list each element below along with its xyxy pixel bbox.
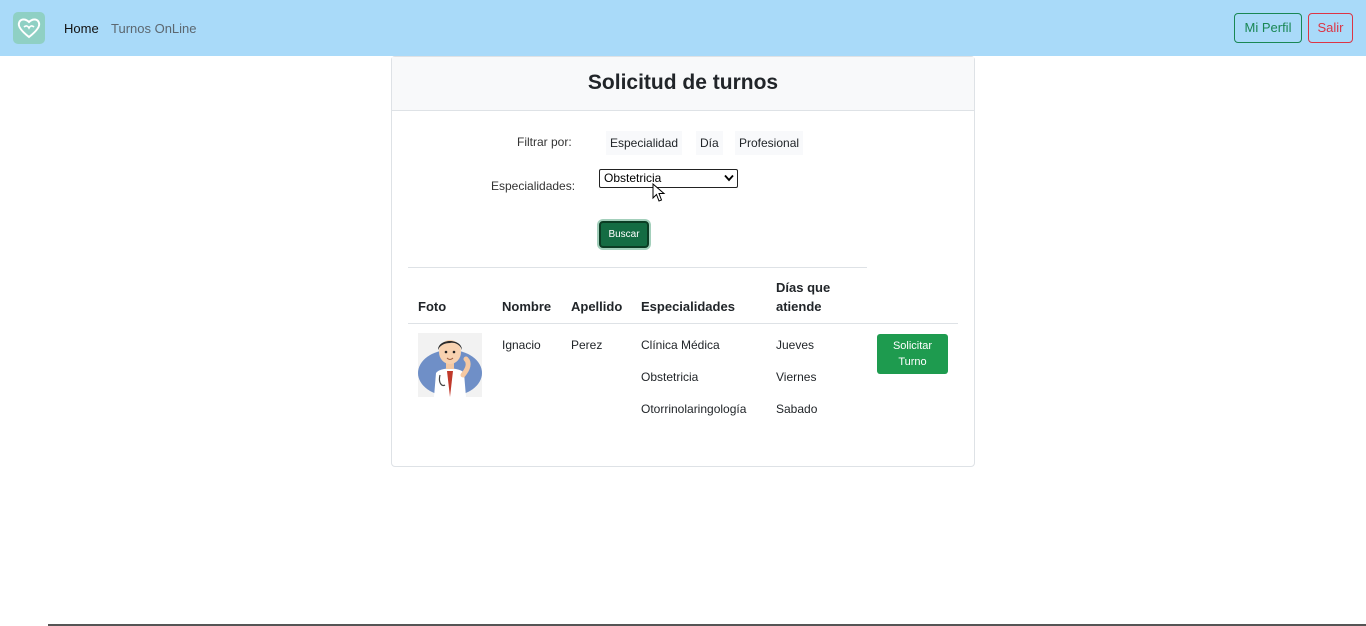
header-foto: Foto xyxy=(418,299,447,314)
top-navbar: Home Turnos OnLine Mi Perfil Salir xyxy=(0,0,1366,56)
mouse-cursor-icon xyxy=(652,183,666,202)
filter-dia-option[interactable]: Día xyxy=(696,131,723,155)
table-header-divider xyxy=(408,323,958,324)
cell-dia: Jueves xyxy=(776,338,815,352)
salir-button[interactable]: Salir xyxy=(1308,13,1353,43)
cell-apellido: Perez xyxy=(571,338,603,352)
cell-dia: Sabado xyxy=(776,402,818,416)
solicitud-card: Solicitud de turnos Filtrar por: Especia… xyxy=(391,56,975,467)
header-apellido: Apellido xyxy=(571,299,623,314)
filtrar-label: Filtrar por: xyxy=(517,135,572,149)
chevron-down-icon xyxy=(724,174,734,182)
app-logo-heart-icon[interactable] xyxy=(13,12,45,44)
cell-especialidad: Clínica Médica xyxy=(641,338,720,352)
header-especialidades: Especialidades xyxy=(641,299,735,314)
filter-especialidad-option[interactable]: Especialidad xyxy=(606,131,683,155)
doctor-avatar xyxy=(418,333,482,397)
cell-dia: Viernes xyxy=(776,370,817,384)
nav-home-link[interactable]: Home xyxy=(64,21,99,37)
cell-nombre: Ignacio xyxy=(502,338,541,352)
nav-turnos-online-link[interactable]: Turnos OnLine xyxy=(111,21,197,37)
buscar-button[interactable]: Buscar xyxy=(599,221,649,248)
cell-especialidad: Obstetricia xyxy=(641,370,699,384)
page-title: Solicitud de turnos xyxy=(587,71,779,94)
especialidades-select[interactable]: Obstetricia xyxy=(599,169,738,188)
header-nombre: Nombre xyxy=(502,299,552,314)
cell-especialidad: Otorrinolaringología xyxy=(641,402,747,416)
filter-profesional-option[interactable]: Profesional xyxy=(735,131,804,155)
card-header: Solicitud de turnos xyxy=(392,57,974,111)
especialidades-label: Especialidades: xyxy=(491,179,576,193)
header-dias-que-atiende: Días que atiende xyxy=(776,280,831,314)
table-top-divider xyxy=(408,267,867,268)
solicitar-turno-button[interactable]: Solicitar Turno xyxy=(877,334,948,374)
mi-perfil-button[interactable]: Mi Perfil xyxy=(1234,13,1302,43)
